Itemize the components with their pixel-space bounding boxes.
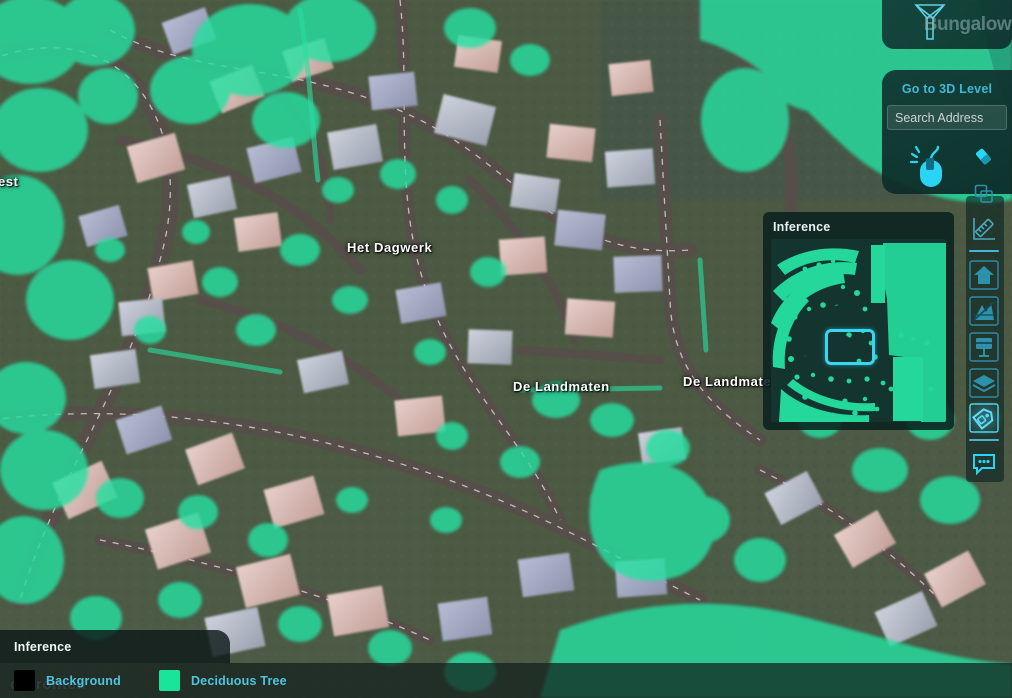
legend-title: Inference xyxy=(14,639,72,654)
signpost-icon[interactable] xyxy=(966,329,1002,365)
inference-legend-bar: Inference Background Deciduous Tree xyxy=(0,630,1012,698)
legend-item-deciduous-tree[interactable]: Deciduous Tree xyxy=(158,670,287,691)
legend-item-background[interactable]: Background xyxy=(14,670,121,691)
legend-item-label: Background xyxy=(46,673,121,688)
terrain-icon[interactable] xyxy=(966,293,1002,329)
search-address-input[interactable] xyxy=(887,105,1007,130)
legend-swatch xyxy=(158,670,180,691)
tool-icon-rail xyxy=(964,140,1004,482)
legend-swatch xyxy=(14,670,35,691)
measure-ruler-icon[interactable] xyxy=(966,212,1002,248)
brand-name: Bungalow xyxy=(923,13,1012,35)
inference-minimap-panel: Inference xyxy=(763,212,954,430)
legend-item-label: Deciduous Tree xyxy=(190,673,287,688)
copy-layers-icon[interactable] xyxy=(966,176,1002,212)
layers-icon[interactable] xyxy=(966,365,1002,401)
tag-icon[interactable] xyxy=(965,399,1003,438)
mouse-click-icon[interactable] xyxy=(908,143,954,194)
home-icon[interactable] xyxy=(966,257,1002,293)
map-application: Het Dagwerk De Landmaten De Landmaten es… xyxy=(0,0,1012,698)
eraser-icon[interactable] xyxy=(966,140,1002,176)
minimap-title: Inference xyxy=(773,220,831,234)
rail-divider xyxy=(969,439,999,442)
comment-icon[interactable] xyxy=(966,446,1002,482)
minimap-viewport-rectangle[interactable] xyxy=(825,329,875,365)
go-to-3d-level-button[interactable]: Go to 3D Level xyxy=(882,70,1012,96)
legend-item-list: Background Deciduous Tree xyxy=(0,663,1012,698)
brand-panel[interactable]: Bungalow xyxy=(882,0,1012,49)
legend-header: Inference xyxy=(0,630,230,663)
